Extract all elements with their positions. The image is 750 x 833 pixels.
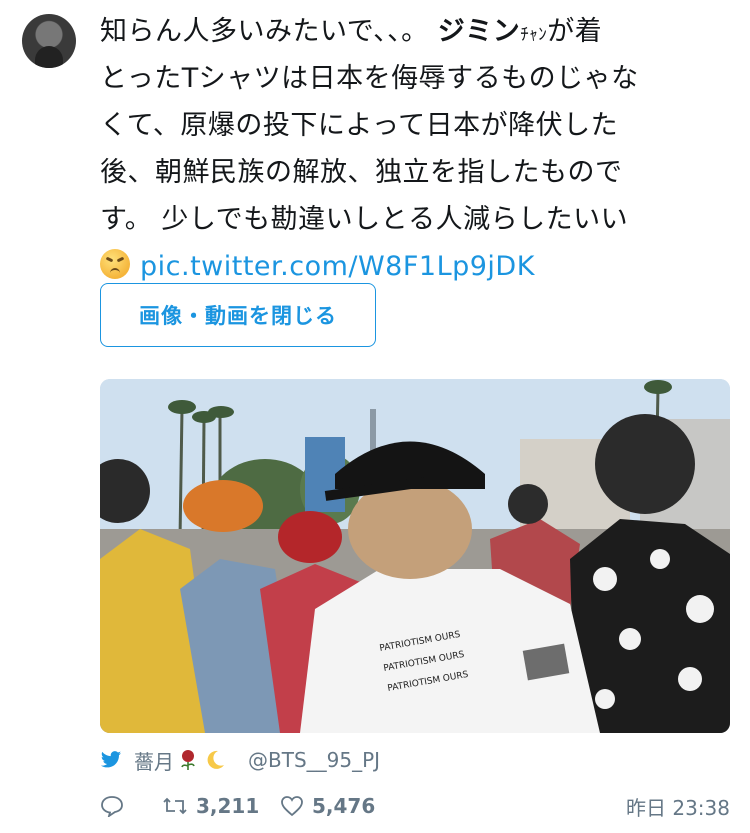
tweet-text: 知らん人多いみたいで、、。 ジミンﾁｬﾝが着 とったTシャツは日本を侮辱するもの… bbox=[100, 8, 730, 290]
tweet-line-1-pre: 知らん人多いみたいで、、。 bbox=[100, 16, 429, 47]
tweet-line-4: 後、朝鮮民族の解放、独立を指したもので bbox=[100, 157, 623, 188]
tweet-line-5: す。 少しでも勘違いしとる人減らしたいい bbox=[100, 204, 629, 235]
user-display-name[interactable]: 薔月 bbox=[134, 746, 174, 775]
twitter-bird-icon bbox=[100, 751, 122, 768]
reply-action[interactable] bbox=[100, 790, 132, 822]
crescent-moon-icon bbox=[207, 750, 224, 769]
tweet-line-1: 知らん人多いみたいで、、。 ジミンﾁｬﾝが着 bbox=[100, 8, 730, 55]
tweet-line-1-post: が着 bbox=[547, 16, 603, 47]
retweet-icon bbox=[163, 797, 187, 815]
tweet-author-row[interactable]: 薔月 @BTS__95_PJ bbox=[100, 744, 380, 776]
like-action[interactable]: 5,476 bbox=[280, 790, 375, 822]
user-avatar[interactable] bbox=[22, 14, 76, 68]
avatar-figure bbox=[35, 46, 63, 68]
retweet-action[interactable]: 3,211 bbox=[162, 790, 259, 822]
close-media-button[interactable]: 画像・動画を閉じる bbox=[100, 283, 376, 347]
photo-scene: PATRIOTISM OURS PATRIOTISM OURS PATRIOTI… bbox=[100, 379, 730, 733]
tweet-photo[interactable]: PATRIOTISM OURS PATRIOTISM OURS PATRIOTI… bbox=[100, 379, 730, 733]
reply-icon bbox=[101, 796, 123, 817]
user-handle[interactable]: @BTS__95_PJ bbox=[248, 748, 380, 772]
tweet-line-2: とったTシャツは日本を侮辱するものじゃな bbox=[100, 63, 639, 94]
tweet-line-1-suffix: ﾁｬﾝ bbox=[520, 25, 548, 45]
like-count: 5,476 bbox=[312, 794, 376, 818]
tweet-line-3: くて、原爆の投下によって日本が降伏した bbox=[100, 110, 619, 141]
tweet-timestamp[interactable]: 昨日 23:38 bbox=[626, 790, 730, 822]
tweet-line-1-name: ジミン bbox=[437, 16, 521, 47]
pic-link[interactable]: pic.twitter.com/W8F1Lp9jDK bbox=[140, 251, 535, 282]
tweet-actions: 3,211 5,476 昨日 23:38 bbox=[100, 790, 730, 822]
rose-icon bbox=[181, 750, 195, 770]
retweet-count: 3,211 bbox=[196, 794, 260, 818]
persevering-face-icon bbox=[100, 249, 130, 279]
heart-icon bbox=[281, 796, 303, 817]
